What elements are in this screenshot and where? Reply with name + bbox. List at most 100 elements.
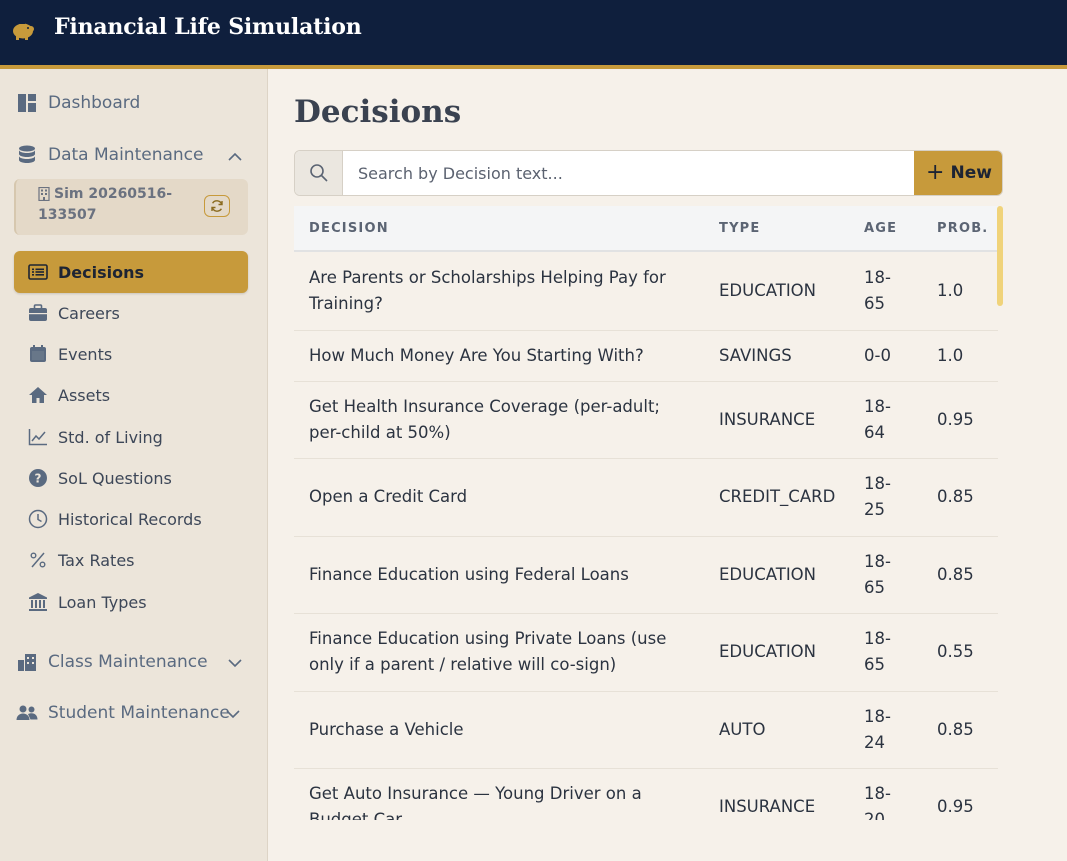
table-row[interactable]: How Much Money Are You Starting With? SA… — [294, 331, 998, 382]
type-cell: EDUCATION — [719, 565, 817, 584]
dashboard-icon — [16, 92, 38, 114]
nav-data-maintenance[interactable]: Data Maintenance — [16, 144, 250, 166]
age-cell: 18- 65 — [864, 552, 891, 597]
search-icon — [295, 151, 343, 195]
table-scrollbar[interactable] — [997, 206, 1003, 306]
nav-std-of-living-label: Std. of Living — [58, 427, 163, 447]
nav-historical-records[interactable]: Historical Records — [14, 498, 248, 540]
type-cell: INSURANCE — [719, 797, 816, 816]
nav-tax-rates[interactable]: Tax Rates — [14, 539, 248, 581]
chevron-up-icon[interactable] — [227, 149, 243, 165]
nav-sol-questions[interactable]: ? SoL Questions — [14, 457, 248, 499]
nav-loan-types-label: Loan Types — [58, 592, 147, 612]
app-title: Financial Life Simulation — [54, 14, 362, 40]
decision-cell: Finance Education using Federal Loans — [309, 565, 629, 584]
nav-assets-label: Assets — [58, 385, 111, 405]
column-header-prob[interactable]: PROB. — [937, 221, 988, 236]
age-cell: 0-0 — [864, 346, 891, 365]
nav-std-of-living[interactable]: Std. of Living — [14, 416, 248, 458]
table-row[interactable]: Open a Credit Card CREDIT_CARD 18- 25 0.8… — [294, 459, 998, 537]
chevron-down-icon[interactable] — [225, 706, 241, 722]
page-title: Decisions — [294, 94, 462, 130]
prob-cell: 1.0 — [937, 281, 964, 300]
type-cell: SAVINGS — [719, 346, 792, 365]
decision-cell: Are Parents or Scholarships Helping Pay … — [309, 268, 666, 313]
prob-cell: 0.85 — [937, 720, 974, 739]
type-cell: EDUCATION — [719, 642, 817, 661]
prob-cell: 0.95 — [937, 410, 974, 429]
building-icon — [16, 651, 38, 673]
column-header-decision[interactable]: DECISION — [309, 221, 389, 236]
nav-careers[interactable]: Careers — [14, 292, 248, 334]
type-cell: CREDIT_CARD — [719, 487, 836, 506]
table-row[interactable]: Finance Education using Private Loans (u… — [294, 614, 998, 692]
new-button-label: New — [950, 163, 992, 183]
age-cell: 18- 20 — [864, 784, 891, 820]
prob-cell: 1.0 — [937, 346, 964, 365]
new-decision-button[interactable]: + New — [914, 151, 1002, 195]
table-row[interactable]: Finance Education using Federal Loans ED… — [294, 537, 998, 614]
nav-careers-label: Careers — [58, 303, 120, 323]
refresh-icon — [211, 200, 223, 212]
column-header-age[interactable]: AGE — [864, 221, 897, 236]
type-cell: EDUCATION — [719, 281, 817, 300]
nav-decisions-label: Decisions — [58, 262, 145, 282]
prob-cell: 0.85 — [937, 487, 974, 506]
decisions-table: DECISION TYPE AGE PROB. Are Parents or S… — [294, 206, 998, 820]
decision-cell: Purchase a Vehicle — [309, 720, 464, 739]
table-row[interactable]: Get Health Insurance Coverage (per-adult… — [294, 382, 998, 459]
table-row[interactable]: Are Parents or Scholarships Helping Pay … — [294, 253, 998, 331]
search-input[interactable] — [344, 151, 914, 195]
simulation-selector: Sim 20260516-133507 — [14, 179, 248, 235]
nav-class-maintenance-label: Class Maintenance — [48, 652, 208, 672]
users-icon — [16, 702, 38, 724]
table-header: DECISION TYPE AGE PROB. — [294, 206, 998, 252]
nav-class-maintenance[interactable]: Class Maintenance — [16, 651, 208, 673]
age-cell: 18- 25 — [864, 474, 891, 519]
decision-cell: How Much Money Are You Starting With? — [309, 346, 644, 365]
calendar-icon — [28, 344, 48, 364]
home-icon — [28, 385, 48, 405]
database-icon — [16, 144, 38, 166]
plus-icon: + — [926, 160, 945, 185]
age-cell: 18- 65 — [864, 629, 891, 674]
table-row[interactable]: Purchase a Vehicle AUTO 18- 24 0.85 — [294, 692, 998, 769]
column-header-type[interactable]: TYPE — [719, 221, 761, 236]
nav-assets[interactable]: Assets — [14, 374, 248, 416]
chart-line-icon — [28, 427, 48, 447]
prob-cell: 0.55 — [937, 642, 974, 661]
search-bar: + New — [294, 150, 1003, 196]
nav-dashboard[interactable]: Dashboard — [16, 92, 140, 114]
percent-icon — [28, 550, 48, 570]
table-row[interactable]: Get Auto Insurance — Young Driver on a Bu… — [294, 769, 998, 820]
clock-icon — [28, 509, 48, 529]
age-cell: 18- 65 — [864, 268, 891, 313]
age-cell: 18- 24 — [864, 707, 891, 752]
switch-simulation-button[interactable] — [204, 195, 230, 217]
bank-icon — [28, 592, 48, 612]
nav-tax-rates-label: Tax Rates — [58, 550, 135, 570]
nav-data-maintenance-label: Data Maintenance — [48, 145, 204, 165]
sidebar: Dashboard Data Maintenance Sim 20260516-… — [0, 69, 268, 861]
nav-events-label: Events — [58, 344, 113, 364]
prob-cell: 0.95 — [937, 797, 974, 816]
chevron-down-icon[interactable] — [227, 655, 243, 671]
question-icon: ? — [28, 468, 48, 488]
decision-cell: Get Auto Insurance — Young Driver on a Bu… — [309, 784, 642, 820]
piggy-bank-icon — [13, 22, 34, 40]
briefcase-icon — [28, 303, 48, 323]
nav-loan-types[interactable]: Loan Types — [14, 581, 248, 623]
nav-sol-questions-label: SoL Questions — [58, 468, 172, 488]
decision-cell: Get Health Insurance Coverage (per-adult… — [309, 397, 660, 442]
list-icon — [28, 262, 48, 282]
nav-events[interactable]: Events — [14, 333, 248, 375]
nav-student-maintenance-label: Student Maintenance — [48, 703, 230, 723]
age-cell: 18- 64 — [864, 397, 891, 442]
simulation-name: Sim 20260516-133507 — [38, 186, 173, 223]
decision-cell: Open a Credit Card — [309, 487, 468, 506]
nav-decisions[interactable]: Decisions — [14, 251, 248, 293]
nav-student-maintenance[interactable]: Student Maintenance — [16, 702, 230, 724]
type-cell: INSURANCE — [719, 410, 816, 429]
nav-dashboard-label: Dashboard — [48, 93, 141, 113]
prob-cell: 0.85 — [937, 565, 974, 584]
